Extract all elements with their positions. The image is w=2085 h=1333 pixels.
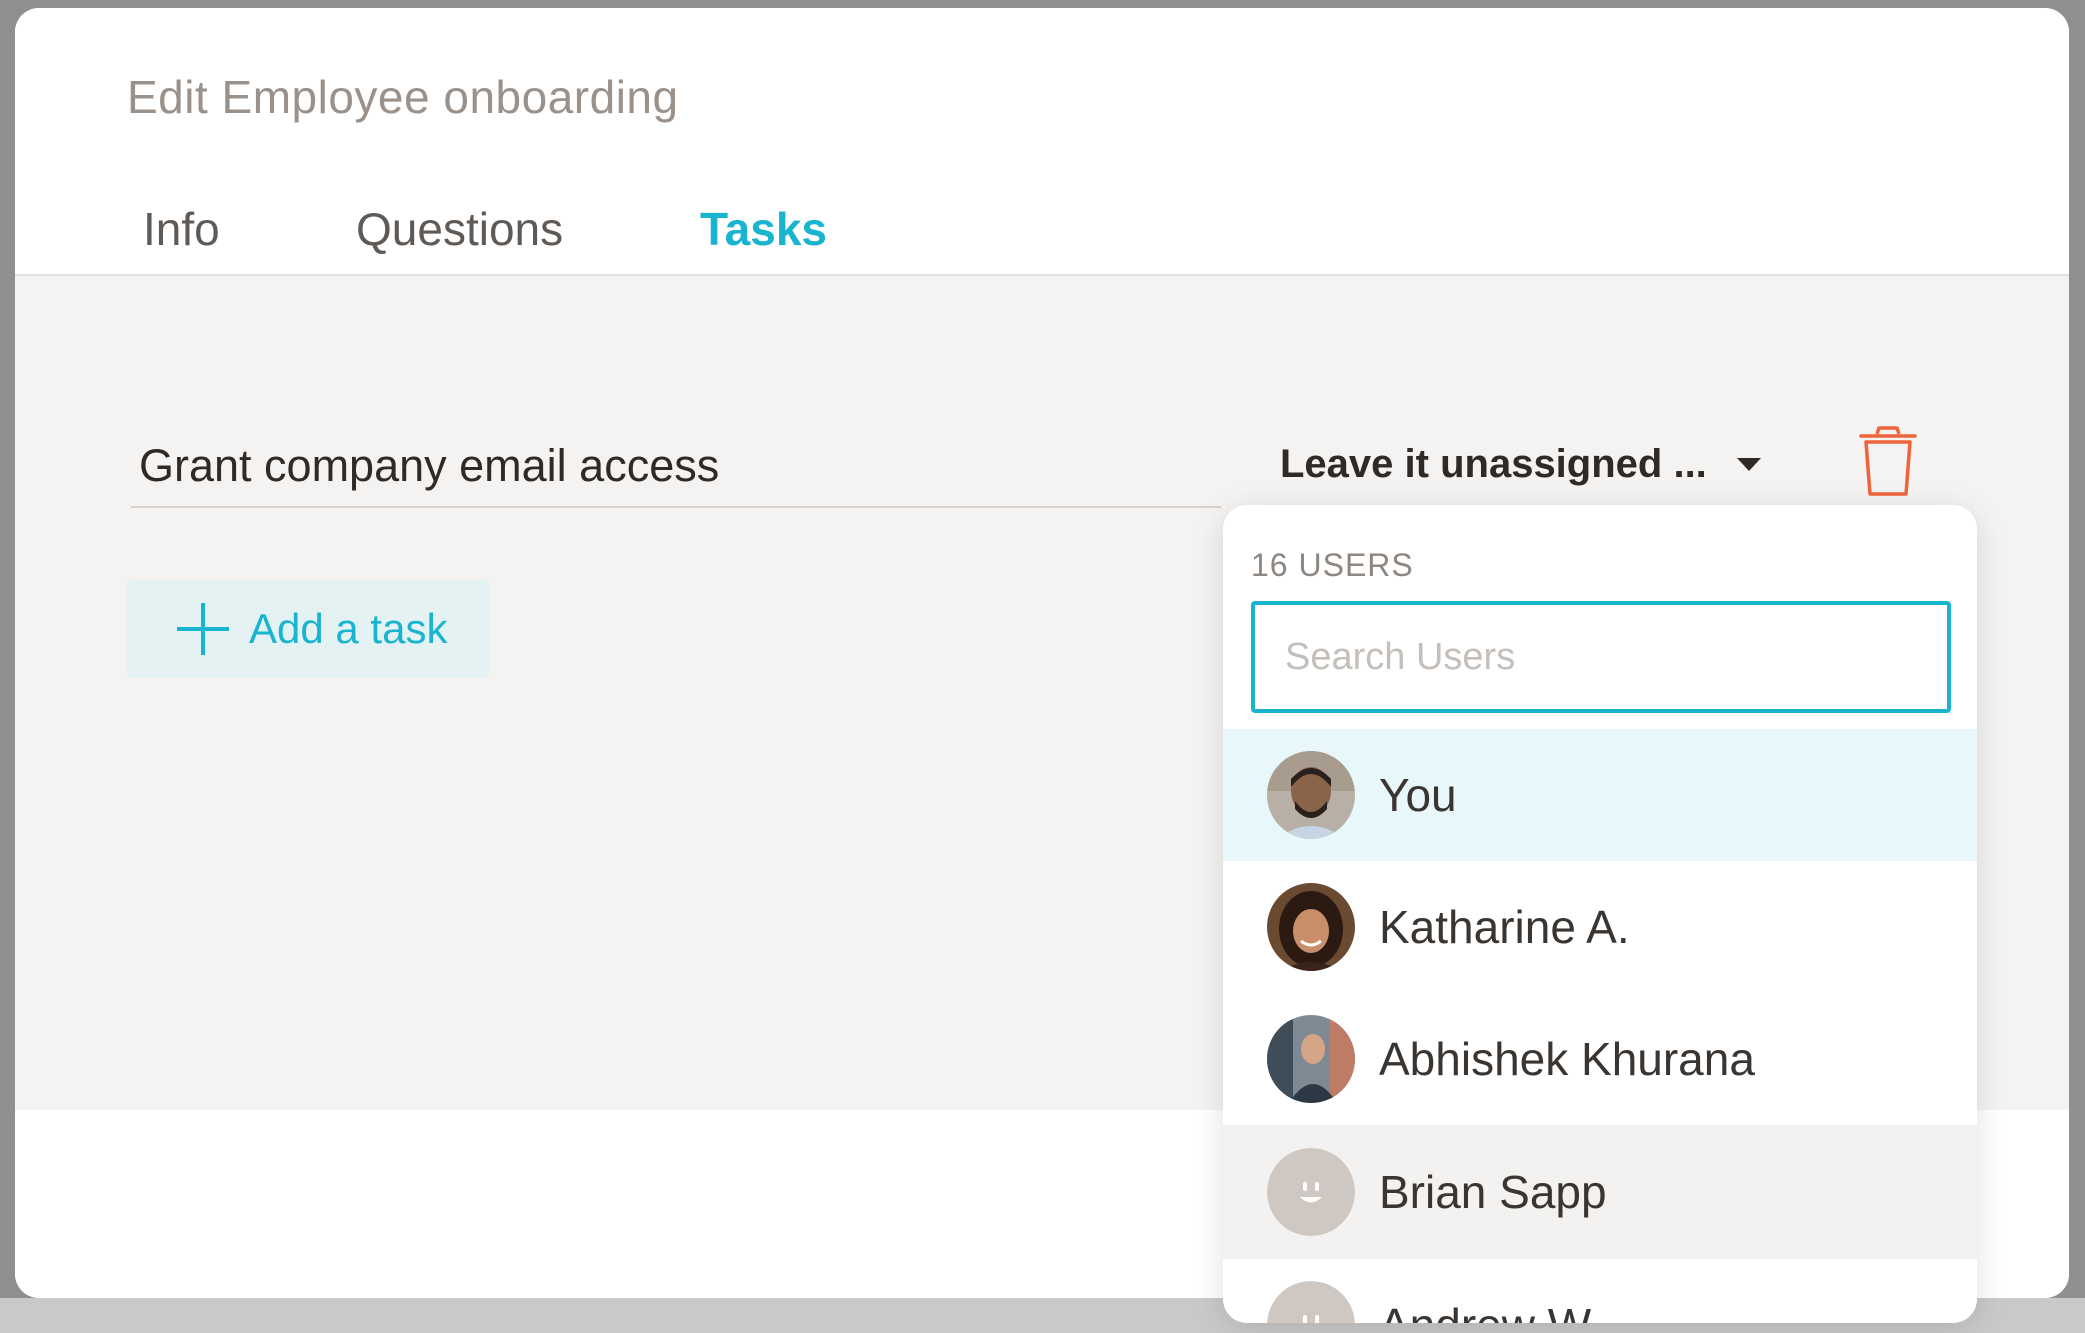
plus-icon [177, 603, 229, 655]
add-task-button[interactable]: Add a task [127, 580, 489, 678]
add-task-label: Add a task [249, 605, 448, 652]
assignee-label: Leave it unassigned ... [1280, 441, 1707, 486]
tab-questions[interactable]: Questions [356, 202, 563, 256]
user-name: Katharine A. [1379, 901, 1630, 953]
avatar [1267, 1015, 1355, 1103]
user-name: Abhishek Khurana [1379, 1033, 1755, 1085]
user-picker-popover: 16 USERS You [1223, 505, 1977, 1323]
user-name: Andrew W. [1379, 1298, 1601, 1323]
task-row [131, 426, 1221, 508]
search-box [1251, 601, 1951, 713]
task-name-input[interactable] [131, 426, 1221, 506]
user-option-you[interactable]: You [1223, 729, 1977, 861]
user-option-katharine[interactable]: Katharine A. [1223, 861, 1977, 993]
modal-header: Edit Employee onboarding Info Questions … [15, 8, 2069, 280]
user-list: You Katharine A. Abhishek Khurana Brian … [1223, 729, 1977, 1323]
user-name: Brian Sapp [1379, 1166, 1607, 1218]
placeholder-avatar-icon [1267, 1148, 1355, 1236]
caret-down-icon [1736, 457, 1761, 471]
modal-title: Edit Employee onboarding [127, 71, 679, 123]
placeholder-avatar-icon [1267, 1281, 1355, 1323]
users-count: 16 USERS [1251, 547, 1414, 583]
tab-bar: Info Questions Tasks [15, 188, 2069, 280]
avatar [1267, 883, 1355, 971]
avatar [1267, 751, 1355, 839]
user-option-abhishek[interactable]: Abhishek Khurana [1223, 993, 1977, 1125]
user-name: You [1379, 769, 1457, 821]
tab-info[interactable]: Info [143, 202, 220, 256]
user-option-brian[interactable]: Brian Sapp [1223, 1125, 1977, 1259]
assignee-dropdown[interactable]: Leave it unassigned ... [1280, 434, 1761, 494]
tab-tasks[interactable]: Tasks [700, 202, 827, 256]
trash-icon[interactable] [1857, 426, 1919, 498]
user-option-andrew[interactable]: Andrew W. [1223, 1259, 1977, 1323]
search-users-input[interactable] [1255, 605, 1947, 709]
